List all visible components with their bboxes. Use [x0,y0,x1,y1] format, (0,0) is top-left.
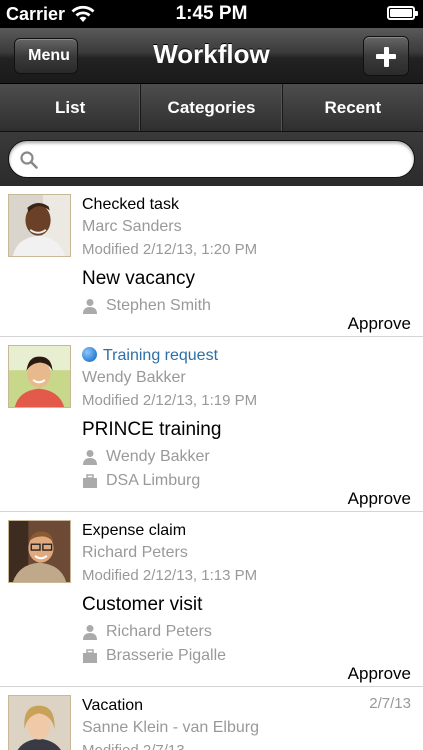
task-details: Expense claim Richard Peters Modified 2/… [82,520,413,668]
tab-list[interactable]: List [0,84,142,131]
task-title: PRINCE training [82,419,222,440]
task-date: 2/7/13 [369,695,411,712]
battery-icon [387,6,418,20]
task-owner: Sanne Klein - van Elburg [82,719,259,736]
status-bar: Carrier 1:45 PM [0,0,423,28]
search-bar [0,132,423,186]
task-list: Checked task Marc Sanders Modified 2/12/… [0,186,423,750]
person-icon [83,625,97,640]
task-type: Expense claim [82,522,187,539]
tab-recent[interactable]: Recent [283,84,423,131]
search-input[interactable] [45,147,402,173]
task-owner: Richard Peters [82,544,188,561]
avatar-photo [9,696,70,750]
task-type: Training request [82,345,413,367]
modified-date: Modified 2/12/13, 1:20 PM [82,241,258,258]
list-item[interactable]: Expense claim Richard Peters Modified 2/… [0,512,423,687]
modified-date: Modified 2/7/13 [82,739,413,750]
list-item[interactable]: Vacation Sanne Klein - van Elburg Modifi… [0,687,423,750]
person-icon [83,299,97,314]
search-field[interactable] [8,140,415,178]
briefcase-icon [83,649,97,663]
tab-categories[interactable]: Categories [141,84,283,131]
person-name: Richard Peters [106,623,212,640]
task-type: Checked task [82,196,179,213]
modified-date: Modified 2/12/13, 1:13 PM [82,567,258,584]
search-icon [20,151,38,169]
segmented-tabs: List Categories Recent [0,84,423,132]
navigation-bar: Menu Workflow [0,28,423,84]
task-type: Vacation [82,697,144,714]
person-icon [83,450,97,465]
task-owner: Wendy Bakker [82,369,186,386]
person-name: Wendy Bakker [106,448,210,465]
avatar-photo [9,346,70,407]
task-details: Vacation Sanne Klein - van Elburg Modifi… [82,695,413,750]
clock: 1:45 PM [175,3,248,24]
list-item[interactable]: Training request Wendy Bakker Modified 2… [0,337,423,512]
briefcase-icon [83,474,97,488]
list-item[interactable]: Checked task Marc Sanders Modified 2/12/… [0,186,423,337]
person-name: Stephen Smith [106,297,211,314]
assigned-person: Wendy Bakker [82,445,413,469]
avatar-photo [9,195,70,256]
avatar [8,520,71,583]
avatar [8,345,71,408]
task-title: Customer visit [82,594,203,615]
assigned-person: Richard Peters [82,620,413,644]
task-title: New vacancy [82,268,195,289]
approve-button[interactable]: Approve [348,314,411,334]
menu-button-label: Menu [28,47,70,64]
task-owner: Marc Sanders [82,218,182,235]
avatar [8,695,71,750]
approve-button[interactable]: Approve [348,489,411,509]
organization-name: Brasserie Pigalle [106,647,227,664]
unread-indicator-icon [82,347,97,362]
approve-button[interactable]: Approve [348,664,411,684]
organization-name: DSA Limburg [106,472,201,489]
avatar-photo [9,521,70,582]
modified-date: Modified 2/12/13, 1:19 PM [82,392,258,409]
avatar [8,194,71,257]
add-button[interactable] [363,36,409,76]
task-details: Checked task Marc Sanders Modified 2/12/… [82,194,413,318]
task-details: Training request Wendy Bakker Modified 2… [82,345,413,493]
